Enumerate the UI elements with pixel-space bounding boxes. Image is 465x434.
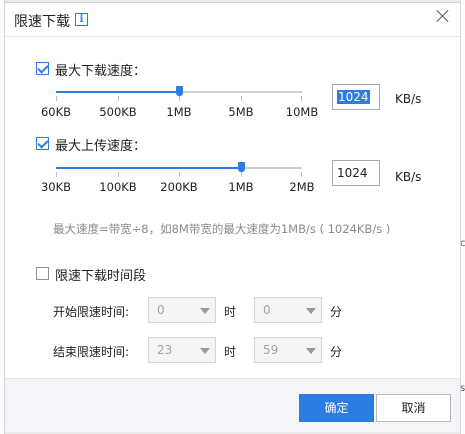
- info-icon[interactable]: i: [75, 13, 88, 26]
- title-divider: [5, 36, 460, 37]
- start-minute-value: 0: [263, 303, 271, 317]
- speed-limit-dialog: 限速下载 i 最大下载速度： 60KB 500KB 1MB 5MB 10MB 1…: [4, 2, 461, 432]
- start-hour-value: 0: [157, 303, 165, 317]
- end-minute-value: 59: [263, 343, 279, 357]
- download-slider-thumb[interactable]: [176, 86, 183, 96]
- upload-slider-fill: [56, 167, 241, 169]
- upload-slider-thumb[interactable]: [237, 162, 245, 172]
- download-limit-label: 最大下载速度：: [55, 64, 147, 79]
- end-hour-select[interactable]: 23: [148, 337, 216, 363]
- slider-tick: [179, 172, 180, 177]
- schedule-limit-checkbox[interactable]: [36, 267, 49, 280]
- end-minute-select[interactable]: 59: [254, 337, 322, 363]
- download-speed-slider[interactable]: [56, 86, 303, 101]
- upload-tick-label: 1MB: [228, 180, 254, 194]
- slider-tick: [56, 172, 57, 177]
- hour-unit-label: 时: [224, 345, 237, 359]
- slider-tick: [301, 172, 303, 177]
- dialog-titlebar: 限速下载 i: [5, 3, 460, 37]
- download-speed-input[interactable]: 1024: [332, 84, 380, 110]
- chevron-down-icon: [200, 308, 210, 314]
- cancel-button[interactable]: 取消: [376, 394, 451, 422]
- upload-limit-checkbox[interactable]: [36, 137, 49, 150]
- upload-speed-slider[interactable]: [56, 162, 303, 177]
- download-tick-label: 1MB: [166, 105, 192, 119]
- chevron-down-icon: [306, 348, 316, 354]
- download-tick-label: 60KB: [40, 105, 72, 119]
- minute-unit-label: 分: [330, 305, 343, 319]
- end-time-label: 结束限速时间:: [53, 345, 130, 359]
- upload-speed-input[interactable]: 1024: [332, 160, 380, 186]
- download-slider-fill: [56, 91, 179, 93]
- minute-unit-label: 分: [330, 345, 343, 359]
- confirm-button[interactable]: 确定: [299, 394, 374, 422]
- dialog-footer: 确定 取消: [5, 378, 460, 432]
- slider-tick: [301, 96, 303, 101]
- upload-limit-label: 最大上传速度：: [55, 139, 147, 154]
- slider-tick: [117, 172, 119, 177]
- upload-speed-value: 1024: [337, 166, 368, 180]
- upload-tick-label: 2MB: [289, 180, 315, 194]
- upload-tick-label: 200KB: [160, 180, 198, 194]
- download-speed-value: 1024: [337, 90, 370, 104]
- start-hour-select[interactable]: 0: [148, 297, 216, 323]
- upload-tick-label: 30KB: [40, 180, 72, 194]
- chevron-down-icon: [306, 308, 316, 314]
- upload-speed-unit: KB/s: [395, 170, 422, 184]
- chevron-down-icon: [200, 348, 210, 354]
- bandwidth-hint: 最大速度=带宽÷8，如8M带宽的最大速度为1MB/s ( 1024KB/s ): [53, 222, 391, 236]
- download-tick-label: 500KB: [99, 105, 137, 119]
- download-speed-unit: KB/s: [395, 92, 422, 106]
- slider-tick: [240, 96, 242, 101]
- start-time-label: 开始限速时间:: [53, 305, 130, 319]
- download-tick-label: 5MB: [228, 105, 254, 119]
- slider-tick: [179, 96, 180, 101]
- schedule-limit-label: 限速下载时间段: [55, 269, 147, 284]
- slider-tick: [56, 96, 57, 101]
- close-icon[interactable]: [436, 9, 450, 23]
- start-minute-select[interactable]: 0: [254, 297, 322, 323]
- download-tick-label: 10MB: [285, 105, 319, 119]
- upload-tick-label: 100KB: [99, 180, 137, 194]
- hour-unit-label: 时: [224, 305, 237, 319]
- slider-tick: [117, 96, 119, 101]
- dialog-title: 限速下载: [14, 14, 70, 30]
- slider-tick: [240, 172, 242, 177]
- download-limit-checkbox[interactable]: [36, 62, 49, 75]
- end-hour-value: 23: [157, 343, 173, 357]
